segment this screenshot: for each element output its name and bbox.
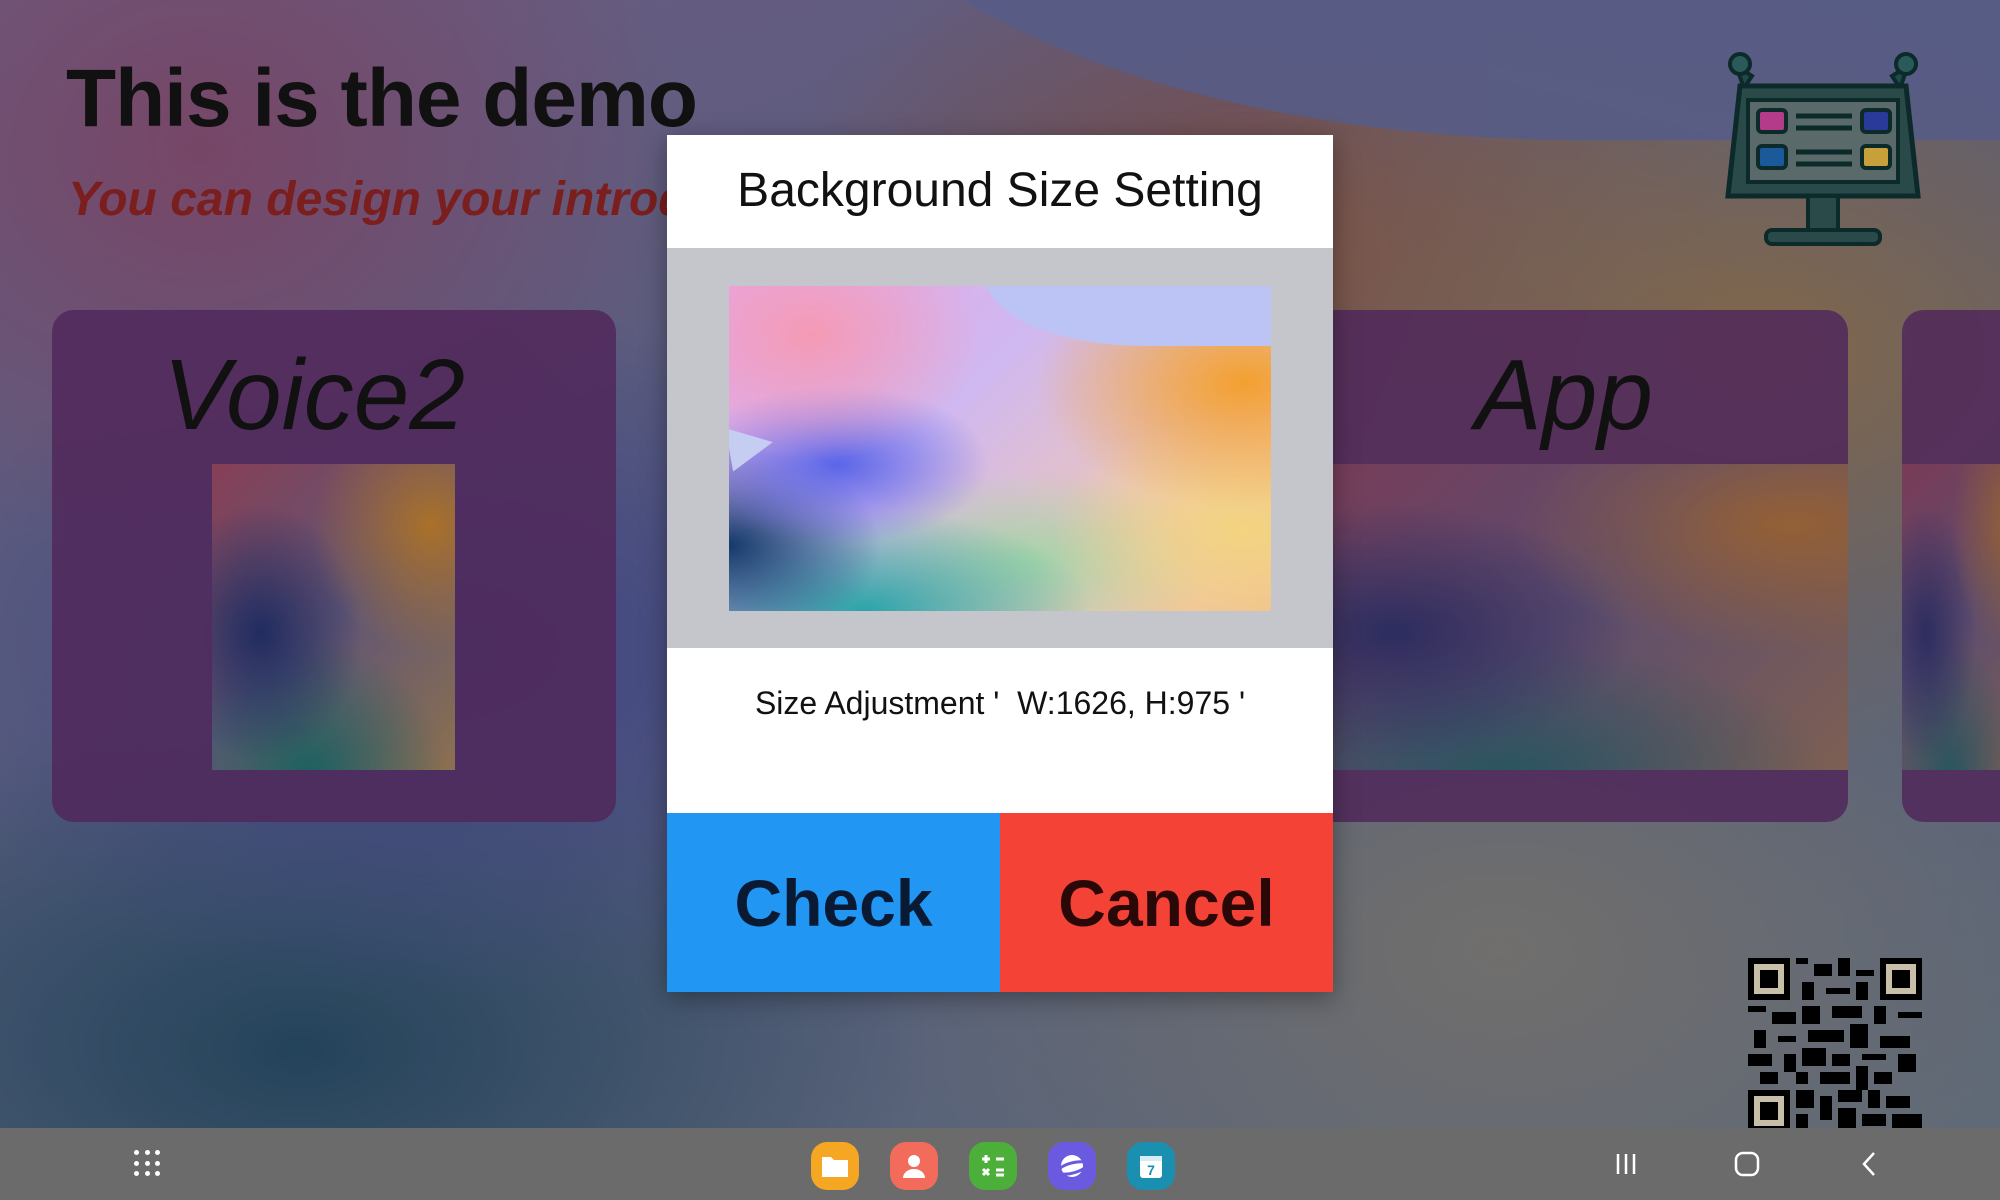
contacts-icon[interactable] <box>890 1142 938 1190</box>
check-button[interactable]: Check <box>667 813 1000 992</box>
kiosk-logo-icon <box>1725 52 1921 246</box>
home-icon[interactable] <box>1727 1144 1767 1184</box>
cancel-button[interactable]: Cancel <box>1000 813 1333 992</box>
card-thumbnail <box>1280 464 1848 770</box>
dialog-title: Background Size Setting <box>737 164 1263 217</box>
apps-grid-icon[interactable] <box>134 1150 162 1178</box>
qr-code <box>1748 958 1922 1132</box>
navigation-bar: 7 <box>0 1128 2000 1200</box>
recent-apps-icon[interactable] <box>1606 1144 1646 1184</box>
card-title: Voice2 <box>162 339 466 451</box>
preview-curve <box>984 286 1271 346</box>
page-subtitle: You can design your introdu <box>68 173 668 226</box>
page-title: This is the demo <box>66 53 698 144</box>
folder-icon[interactable] <box>811 1142 859 1190</box>
preview-area <box>667 248 1333 648</box>
card-thumbnail <box>212 464 455 770</box>
background-preview-image <box>729 286 1271 611</box>
calendar-icon[interactable]: 7 <box>1127 1142 1175 1190</box>
card-partial[interactable] <box>1902 310 2000 822</box>
preview-wedge <box>729 420 777 472</box>
internet-icon[interactable] <box>1048 1142 1096 1190</box>
card-voice2[interactable]: Voice2 <box>52 310 616 822</box>
card-app[interactable]: App <box>1280 310 1848 822</box>
background-size-dialog: Background Size Setting Size Adjustment … <box>667 135 1333 992</box>
calendar-day: 7 <box>1147 1162 1155 1178</box>
card-title: App <box>1475 339 1653 451</box>
back-icon[interactable] <box>1849 1144 1889 1184</box>
calculator-icon[interactable] <box>969 1142 1017 1190</box>
size-adjustment-label: Size Adjustment ' W:1626, H:975 ' <box>754 685 1246 721</box>
card-thumbnail <box>1902 464 2000 770</box>
